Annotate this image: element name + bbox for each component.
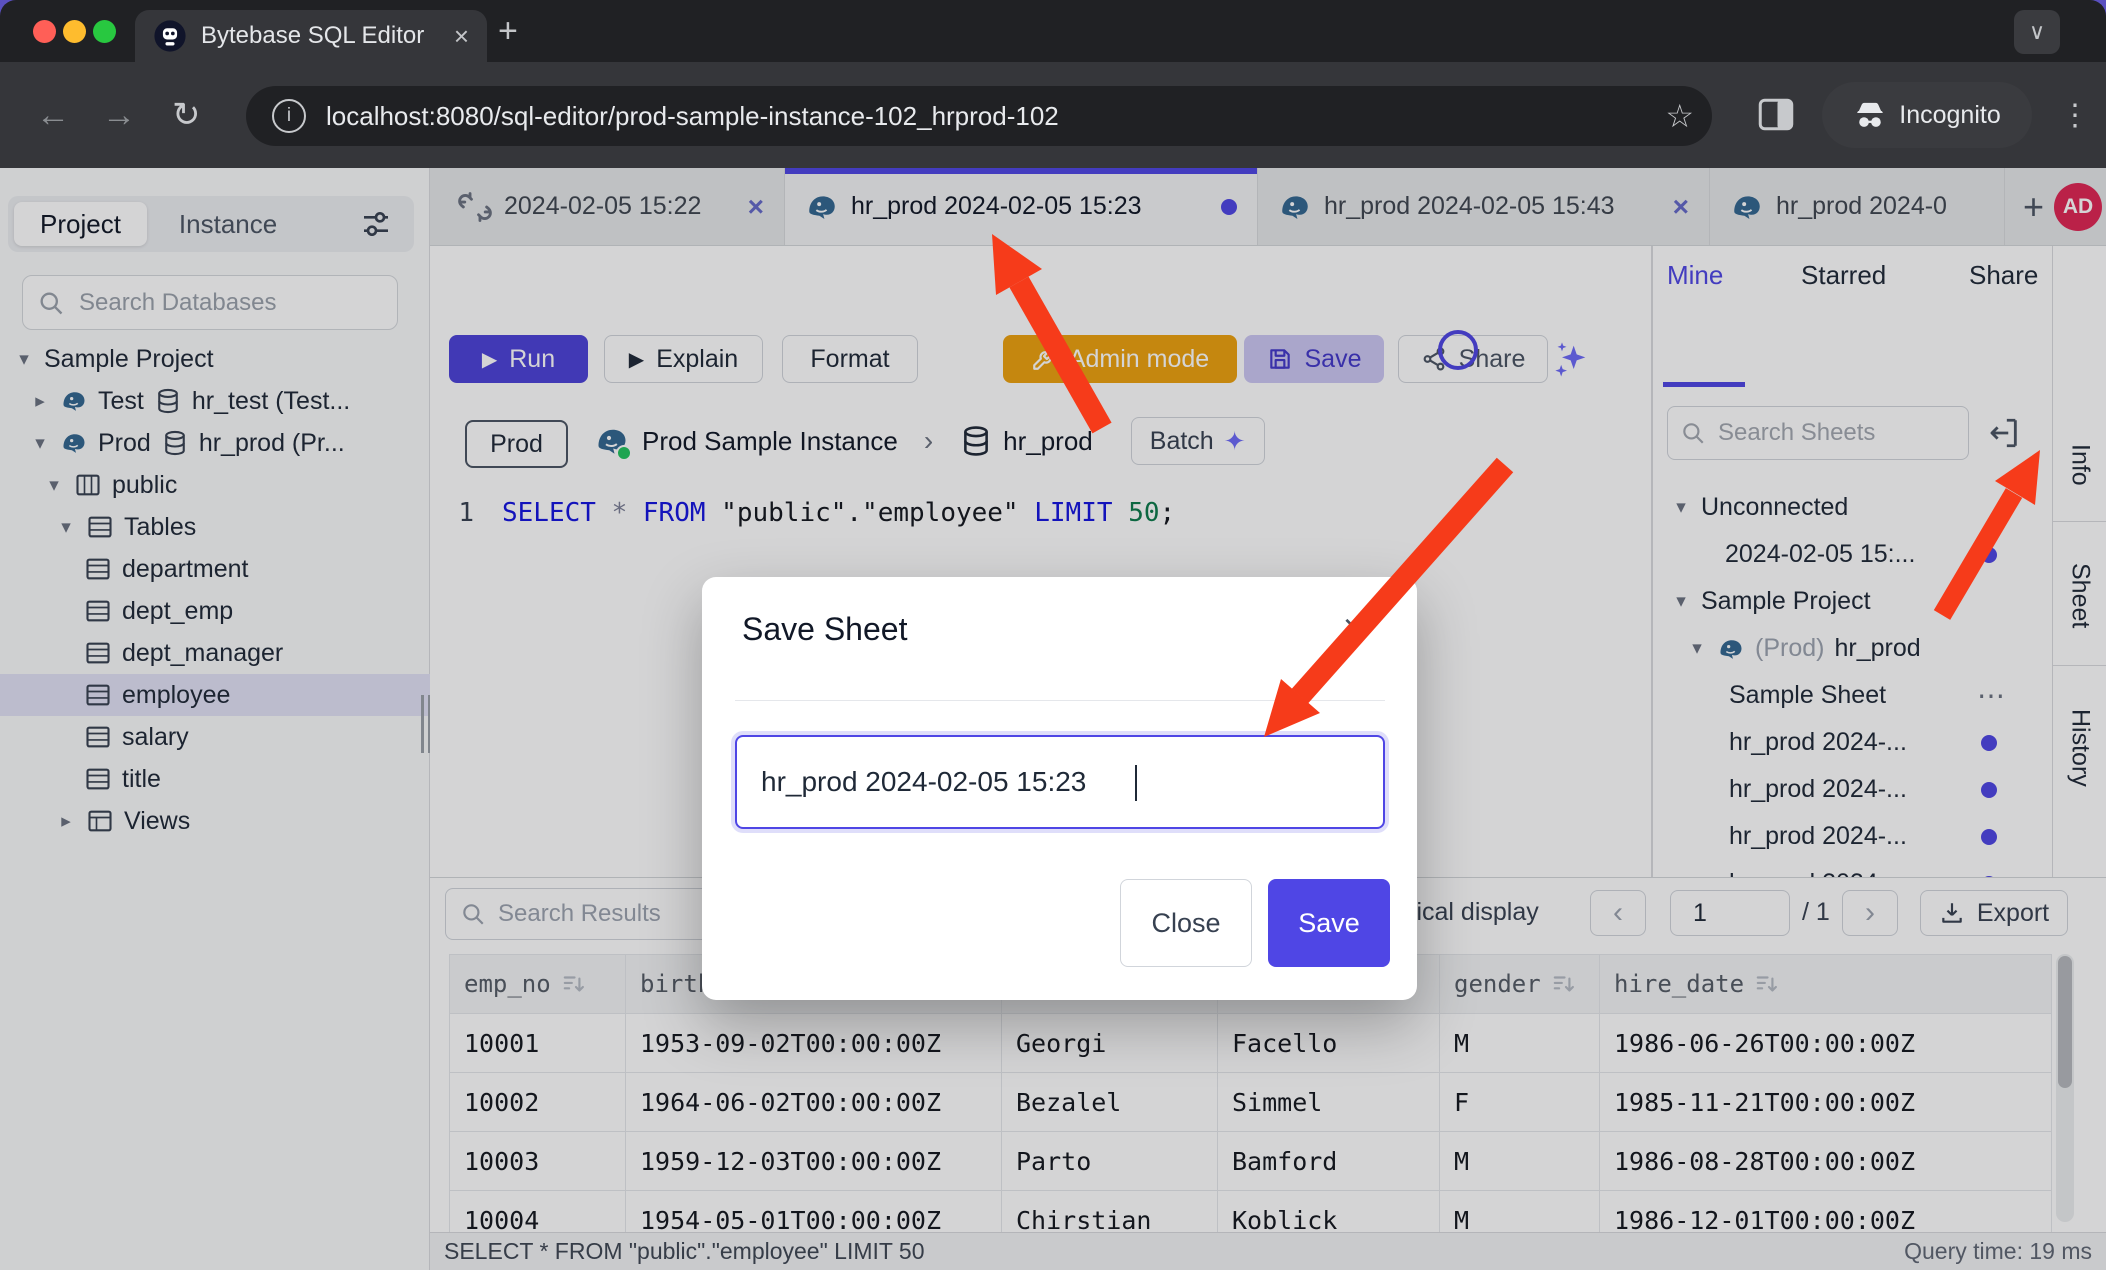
bytebase-favicon <box>153 19 187 53</box>
dialog-close-button[interactable]: Close <box>1120 879 1252 967</box>
browser-tabstrip: Bytebase SQL Editor × + ∨ <box>0 0 2106 62</box>
incognito-spy-icon <box>1853 100 1887 130</box>
save-sheet-dialog: Save Sheet × Close Save <box>702 577 1417 1000</box>
bookmark-star-icon[interactable]: ☆ <box>1665 97 1694 135</box>
address-bar[interactable]: i localhost:8080/sql-editor/prod-sample-… <box>246 86 1712 146</box>
site-info-icon[interactable]: i <box>272 99 306 133</box>
maximize-window-button[interactable] <box>93 20 116 43</box>
dialog-title: Save Sheet <box>742 611 907 648</box>
url-text[interactable]: localhost:8080/sql-editor/prod-sample-in… <box>326 101 1665 132</box>
tab-search-icon[interactable]: ∨ <box>2014 10 2060 54</box>
browser-menu-kebab-icon[interactable]: ⋮ <box>2060 62 2090 168</box>
sheet-name-field[interactable] <box>735 735 1385 829</box>
incognito-label: Incognito <box>1899 101 2000 130</box>
browser-tab[interactable]: Bytebase SQL Editor × <box>135 10 487 62</box>
close-tab-icon[interactable]: × <box>454 21 469 52</box>
incognito-badge: Incognito <box>1822 82 2032 148</box>
minimize-window-button[interactable] <box>63 20 86 43</box>
forward-icon[interactable]: → <box>102 62 136 168</box>
dialog-save-button[interactable]: Save <box>1268 879 1390 967</box>
browser-window: Bytebase SQL Editor × + ∨ ← → ↻ i localh… <box>0 0 2106 1270</box>
text-cursor <box>1135 765 1137 801</box>
close-window-button[interactable] <box>33 20 56 43</box>
dialog-close-icon[interactable]: × <box>1343 607 1365 650</box>
browser-toolbar: ← → ↻ i localhost:8080/sql-editor/prod-s… <box>0 62 2106 168</box>
sheet-name-input[interactable] <box>737 765 1357 799</box>
browser-tab-title: Bytebase SQL Editor <box>201 22 440 50</box>
dialog-divider <box>735 700 1385 701</box>
back-icon[interactable]: ← <box>36 62 70 168</box>
new-tab-icon[interactable]: + <box>498 12 518 51</box>
reload-icon[interactable]: ↻ <box>172 62 201 168</box>
side-panel-icon[interactable] <box>1758 98 1794 130</box>
